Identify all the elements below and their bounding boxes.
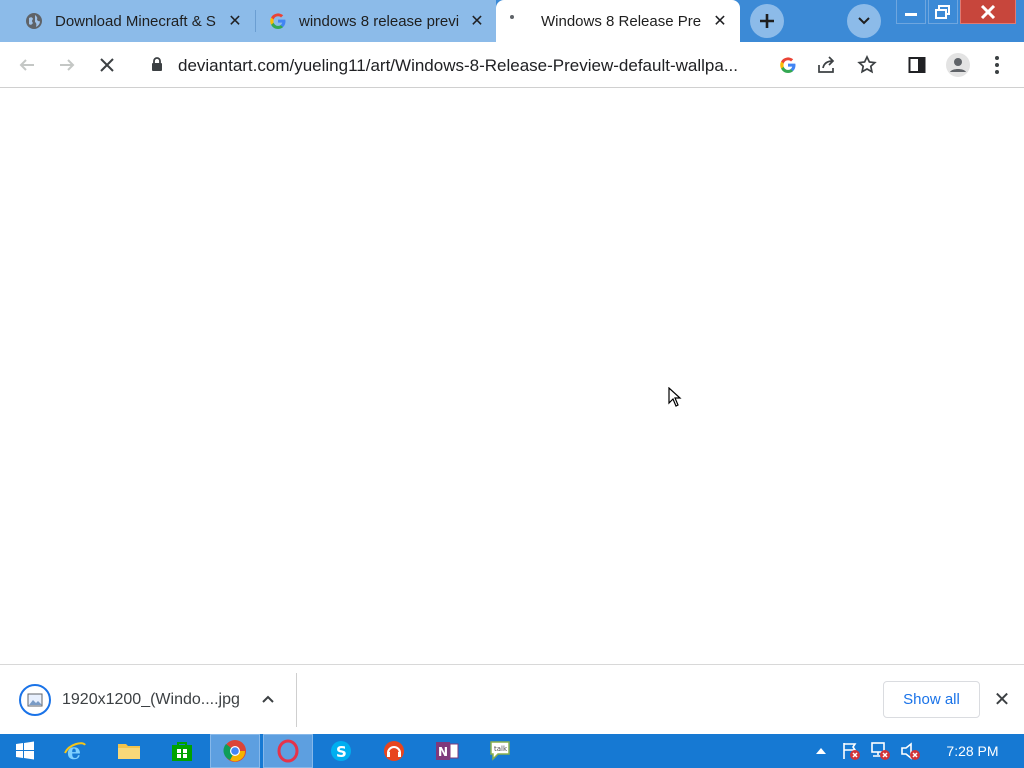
close-icon [980,4,996,19]
tab-strip: Download Minecraft & S ✕ windows 8 relea… [0,0,1024,42]
onenote-icon: N [436,742,459,760]
more-vert-icon [995,56,999,74]
download-shelf: 1920x1200_(Windo....jpg Show all ✕ [0,664,1024,734]
minimize-button[interactable] [896,0,926,24]
close-tab-icon[interactable]: ✕ [710,11,730,31]
tab-title: Download Minecraft & S [55,12,216,30]
internet-explorer-icon: e [64,739,86,763]
speaker-muted-icon [901,742,920,760]
taskbar-store[interactable] [157,734,207,768]
tab-google-search[interactable]: windows 8 release previ ✕ [256,0,496,42]
tab-deviantart-active[interactable]: Windows 8 Release Prev ✕ [496,0,740,42]
stop-loading-button[interactable] [93,51,121,79]
back-arrow-icon [19,59,34,71]
lock-icon[interactable] [151,57,163,72]
restore-button[interactable] [928,0,958,24]
google-icon [780,57,796,73]
address-bar[interactable]: deviantart.com/yueling11/art/Windows-8-R… [136,46,888,84]
forward-arrow-icon [60,59,75,71]
windows-start-icon [16,741,34,760]
new-tab-button[interactable] [750,4,784,38]
svg-text:N: N [438,745,448,759]
tab-download-minecraft[interactable]: Download Minecraft & S ✕ [0,0,256,42]
forward-button[interactable] [53,51,81,79]
browser-toolbar: deviantart.com/yueling11/art/Windows-8-R… [0,42,1024,88]
start-button[interactable] [0,734,50,768]
windows-taskbar: e S N talk 7:28 PM [0,734,1024,768]
share-icon [818,56,835,73]
chevron-up-icon [262,695,274,703]
side-panel-button[interactable] [903,51,931,79]
url-text[interactable]: deviantart.com/yueling11/art/Windows-8-R… [178,56,738,76]
chevron-down-icon [858,17,870,25]
image-file-icon[interactable] [19,684,51,716]
tab-title: windows 8 release previ [299,12,459,30]
menu-button[interactable] [983,51,1011,79]
volume-button[interactable] [897,734,923,768]
tab-search-button[interactable] [847,4,881,38]
show-hidden-icons-button[interactable] [812,734,830,768]
profile-button[interactable] [944,51,972,79]
minimize-icon [905,12,917,16]
star-icon [857,55,877,74]
action-center-button[interactable] [838,734,864,768]
taskbar-internet-explorer[interactable]: e [50,734,100,768]
google-lens-button[interactable] [774,51,802,79]
store-icon [172,742,192,761]
restore-icon [935,4,950,19]
taskbar-file-explorer[interactable] [104,734,154,768]
page-viewport[interactable] [0,89,1024,664]
bookmark-button[interactable] [853,51,881,79]
network-button[interactable] [866,734,894,768]
stop-icon [100,58,114,72]
plus-icon [760,14,774,28]
back-button[interactable] [13,51,41,79]
avatar-icon [946,53,970,77]
globe-icon [26,13,42,29]
taskbar-chrome[interactable] [210,734,260,768]
taskbar-music[interactable] [369,734,419,768]
taskbar-skype[interactable]: S [316,734,366,768]
svg-text:S: S [336,743,347,761]
opera-icon [277,739,299,763]
taskbar-google-talk[interactable]: talk [475,734,525,768]
google-icon [270,13,286,29]
flag-warning-icon [843,743,860,760]
chrome-icon [223,740,246,762]
tab-title: Windows 8 Release Prev [541,12,701,30]
window-controls [894,0,1024,26]
close-window-button[interactable] [960,0,1016,24]
music-icon [384,741,404,761]
taskbar-clock[interactable]: 7:28 PM [935,734,1010,768]
close-download-bar-icon[interactable]: ✕ [992,689,1012,711]
close-tab-icon[interactable]: ✕ [467,11,487,31]
svg-text:talk: talk [494,745,508,753]
chevron-up-icon [816,748,826,754]
mouse-pointer-icon [668,387,682,407]
side-panel-icon [908,57,926,73]
show-all-button[interactable]: Show all [883,681,980,718]
skype-icon: S [331,741,351,761]
close-tab-icon[interactable]: ✕ [225,11,245,31]
file-explorer-icon [118,744,140,759]
taskbar-onenote[interactable]: N [422,734,472,768]
share-button[interactable] [813,51,841,79]
loading-icon [510,15,514,19]
network-warning-icon [871,742,890,760]
download-file-name[interactable]: 1920x1200_(Windo....jpg [62,691,240,709]
divider [296,673,297,727]
download-options-button[interactable] [258,689,278,709]
google-talk-icon: talk [490,741,510,761]
taskbar-opera[interactable] [263,734,313,768]
